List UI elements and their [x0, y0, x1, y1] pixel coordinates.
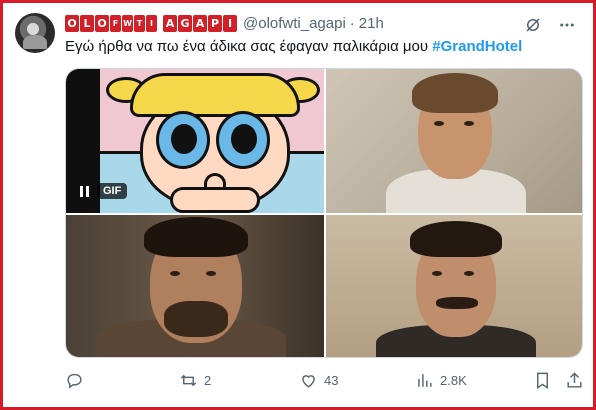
like-count: 43 [324, 373, 339, 388]
media-grid: GIF [65, 68, 583, 358]
bookmark-icon [537, 372, 548, 389]
grok-icon[interactable] [523, 15, 543, 35]
name-tile: O [95, 14, 109, 32]
tweet-text: Εγώ ήρθα να πω ένα άδικα σας έφαγαν παλι… [65, 37, 522, 57]
action-bar: 2 43 2.8K [65, 371, 585, 393]
tweet-header: O L O F W T I A G A P I @olofwti_agapi ·… [65, 13, 384, 33]
name-tile: W [122, 14, 133, 32]
share-icon [567, 372, 582, 388]
reply-button[interactable] [65, 371, 90, 390]
name-tile: A [193, 14, 207, 32]
photo-4[interactable] [326, 215, 582, 357]
like-icon [302, 375, 315, 388]
retweet-count: 2 [204, 373, 212, 388]
tweet-card: O L O F W T I A G A P I @olofwti_agapi ·… [0, 0, 596, 410]
gif-controls: GIF [80, 183, 128, 199]
name-tile: G [178, 14, 192, 32]
more-icon[interactable] [557, 15, 577, 35]
photo-3[interactable] [66, 215, 324, 357]
name-tile-gap [158, 15, 162, 32]
retweet-icon [180, 374, 197, 387]
photo-2[interactable] [326, 69, 582, 213]
name-tile: F [110, 14, 121, 32]
name-tile: T [134, 14, 145, 32]
tweet-body: Εγώ ήρθα να πω ένα άδικα σας έφαγαν παλι… [65, 38, 433, 55]
name-tile: L [80, 14, 94, 32]
views-count: 2.8K [440, 373, 467, 388]
bookmark-button[interactable] [533, 371, 552, 390]
retweet-button[interactable]: 2 [179, 371, 211, 390]
name-tile: P [208, 14, 222, 32]
tweet-time[interactable]: 21h [359, 15, 384, 32]
gif-media[interactable]: GIF [66, 69, 324, 213]
name-tile: I [223, 14, 237, 32]
reply-icon [67, 373, 82, 389]
avatar[interactable] [15, 13, 55, 53]
display-name[interactable]: O L O F W T I A G A P I [65, 14, 237, 32]
like-button[interactable]: 43 [299, 371, 338, 390]
author-handle[interactable]: @olofwti_agapi [243, 15, 346, 32]
pause-icon[interactable] [80, 185, 89, 197]
name-tile: I [146, 14, 157, 32]
hashtag-link[interactable]: #GrandHotel [432, 38, 522, 55]
cartoon-illustration [100, 69, 324, 213]
name-tile: A [163, 14, 177, 32]
views-icon [418, 374, 432, 387]
top-actions [523, 15, 577, 35]
name-tile: O [65, 14, 79, 32]
views-button[interactable]: 2.8K [415, 371, 467, 390]
share-button[interactable] [565, 371, 584, 390]
gif-badge: GIF [97, 183, 128, 199]
separator-dot: · [349, 14, 355, 32]
